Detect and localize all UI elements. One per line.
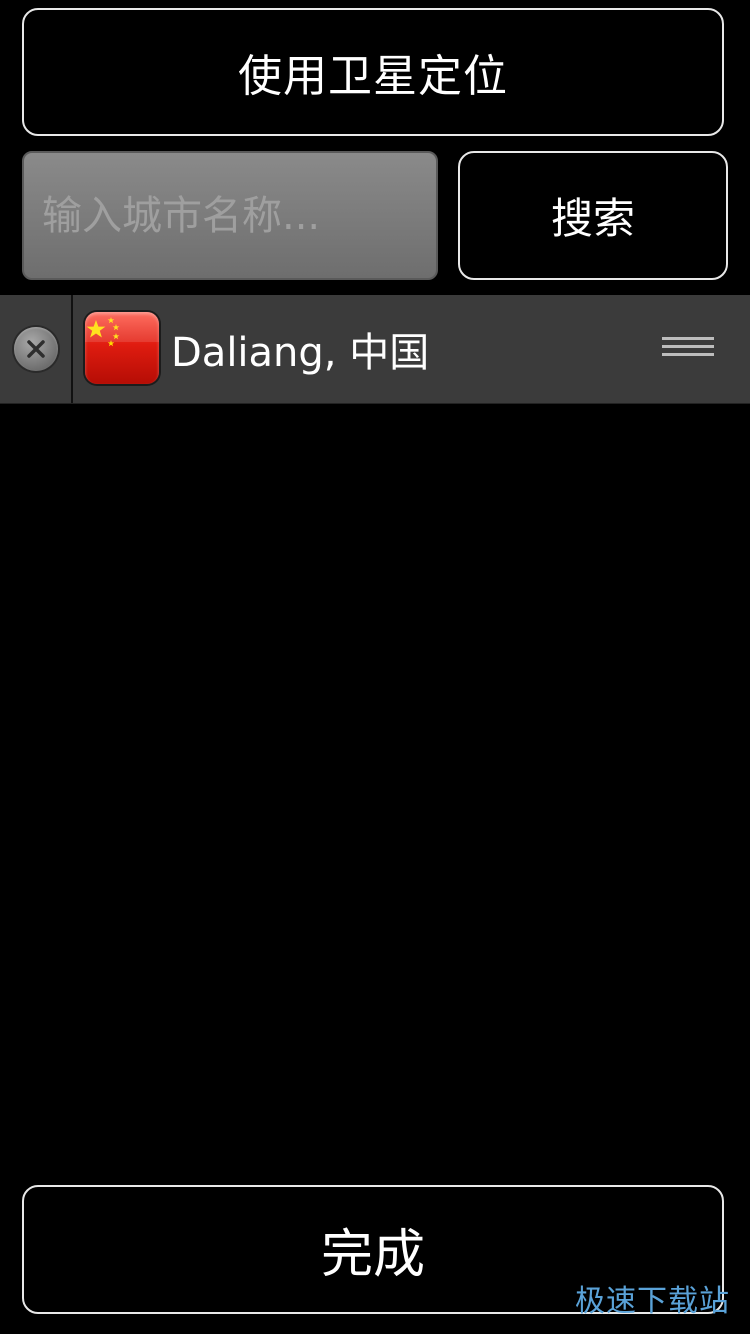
use-gps-button-label: 使用卫星定位 <box>238 51 508 102</box>
city-search-input[interactable] <box>40 191 420 240</box>
close-circle-icon[interactable] <box>13 327 58 371</box>
done-button-label: 完成 <box>320 1225 425 1285</box>
search-button-label: 搜索 <box>550 194 635 243</box>
city-search-field[interactable] <box>22 151 438 280</box>
use-gps-button[interactable]: 使用卫星定位 <box>22 8 724 136</box>
china-flag-icon <box>85 312 159 384</box>
watermark-text: 极速下载站 <box>575 1284 730 1319</box>
search-button[interactable]: 搜索 <box>458 151 728 280</box>
delete-cell <box>0 295 73 403</box>
drag-handle-icon[interactable] <box>660 333 716 361</box>
city-name-label: Daliang, 中国 <box>171 330 430 376</box>
close-x-glyph <box>26 340 45 358</box>
city-list-item[interactable]: Daliang, 中国 <box>0 295 750 404</box>
